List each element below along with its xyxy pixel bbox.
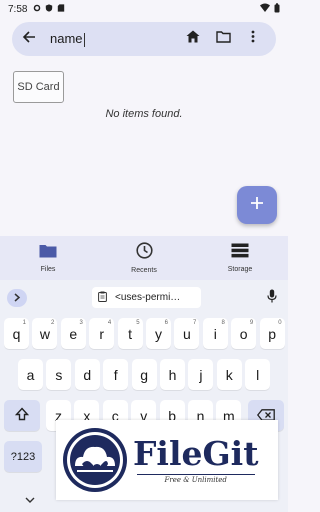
key-d[interactable]: d [74, 359, 100, 390]
key-e-secondary: 3 [79, 320, 83, 326]
key-f[interactable]: f [103, 359, 129, 390]
key-a-label: a [26, 366, 35, 383]
storage-icon [231, 243, 249, 263]
key-o[interactable]: o9 [231, 318, 257, 349]
home-button[interactable] [178, 24, 208, 54]
key-g-label: g [140, 366, 148, 383]
search-query: name [50, 31, 83, 47]
logo-tagline: Free & Unlimited [136, 474, 255, 484]
key-w[interactable]: w2 [32, 318, 58, 349]
symbols-key[interactable]: ?123 [4, 441, 42, 472]
more-vert-icon [251, 30, 255, 48]
nav-item-files[interactable]: Files [0, 236, 96, 280]
empty-state-message: No items found. [105, 108, 183, 120]
key-a[interactable]: a [18, 359, 43, 390]
text-cursor [83, 32, 85, 47]
key-s[interactable]: s [46, 359, 72, 390]
more-options-button[interactable] [238, 24, 268, 54]
voice-input-button[interactable] [267, 289, 277, 308]
key-t-secondary: 5 [136, 320, 140, 326]
key-u-secondary: 7 [193, 320, 197, 326]
chevron-down-icon [25, 491, 35, 508]
folder-icon [39, 244, 57, 263]
key-h-label: h [168, 366, 177, 383]
shift-icon [14, 407, 30, 424]
key-q-secondary: 1 [22, 320, 26, 326]
key-i-secondary: 8 [221, 320, 225, 326]
battery-icon [274, 2, 280, 16]
key-j-label: j [199, 366, 203, 383]
clipboard-text: <uses-permi… [115, 292, 181, 303]
key-p-label: p [268, 325, 276, 342]
search-bar: name [12, 22, 276, 56]
key-y-secondary: 6 [164, 320, 168, 326]
key-e-label: e [69, 325, 78, 342]
shift-key[interactable] [4, 400, 40, 431]
key-h[interactable]: h [160, 359, 185, 390]
nav-label-storage: Storage [227, 266, 253, 273]
nav-label-files: Files [40, 265, 56, 273]
arrow-left-icon [22, 30, 36, 49]
shield-icon [45, 3, 57, 15]
key-f-label: f [113, 366, 118, 383]
nav-item-storage[interactable]: Storage [192, 236, 288, 280]
key-w-label: w [39, 325, 50, 342]
key-i-label: i [213, 325, 217, 342]
key-d-label: d [83, 366, 92, 383]
search-input[interactable]: name [50, 31, 85, 47]
key-j[interactable]: j [188, 359, 214, 390]
sd-card-icon [57, 3, 69, 15]
status-time: 7:58 [8, 3, 28, 15]
chevron-right-icon [13, 289, 21, 307]
plus-icon [250, 196, 264, 215]
filegit-watermark: FileGit Free & Unlimited [56, 420, 278, 500]
key-r-secondary: 4 [107, 320, 112, 326]
key-u-label: u [182, 325, 191, 342]
home-icon [186, 30, 200, 48]
microphone-icon [267, 289, 277, 307]
clipboard-icon [98, 291, 107, 305]
key-r-label: r [99, 325, 105, 342]
wifi-icon [260, 3, 270, 15]
key-y[interactable]: y6 [146, 318, 171, 349]
clock-icon [135, 242, 153, 264]
bottom-navigation: Files Recents Storage [0, 236, 288, 280]
folder-icon [215, 30, 231, 48]
key-q[interactable]: q1 [4, 318, 29, 349]
key-i[interactable]: i8 [202, 318, 228, 349]
key-y-label: y [155, 325, 162, 342]
key-o-secondary: 9 [249, 320, 254, 326]
key-e[interactable]: e3 [60, 318, 86, 349]
logo-name: FileGit [133, 434, 259, 473]
key-k[interactable]: k [216, 359, 242, 390]
symbols-key-label: ?123 [10, 450, 36, 463]
key-l[interactable]: l [245, 359, 271, 390]
key-p-secondary: 0 [278, 320, 282, 326]
status-bar: 7:58 [0, 0, 288, 18]
clipboard-suggestion[interactable]: <uses-permi… [92, 287, 201, 308]
storage-chip-sd-card[interactable]: SD Card [13, 71, 64, 103]
key-t-label: t [128, 325, 133, 342]
key-r[interactable]: r4 [89, 318, 115, 349]
key-t[interactable]: t5 [117, 318, 143, 349]
keyboard-hide-button[interactable] [25, 491, 35, 509]
keyboard-expand-button[interactable] [7, 289, 27, 307]
back-button[interactable] [12, 22, 46, 56]
nav-item-recents[interactable]: Recents [96, 236, 192, 280]
key-k-label: k [225, 366, 233, 383]
keyboard-suggestion-row: <uses-permi… [0, 282, 288, 312]
nav-label-recents: Recents [131, 267, 157, 274]
key-s-label: s [55, 366, 63, 383]
filegit-logo-icon [61, 426, 129, 494]
key-o-label: o [239, 325, 248, 342]
key-l-label: l [256, 366, 260, 383]
key-q-label: q [12, 325, 21, 342]
key-w-secondary: 2 [51, 320, 55, 326]
add-fab-button[interactable] [237, 186, 277, 224]
key-u[interactable]: u7 [174, 318, 200, 349]
key-p[interactable]: p0 [259, 318, 285, 349]
settings-icon [33, 4, 45, 15]
key-g[interactable]: g [131, 359, 157, 390]
folder-button[interactable] [208, 24, 238, 54]
